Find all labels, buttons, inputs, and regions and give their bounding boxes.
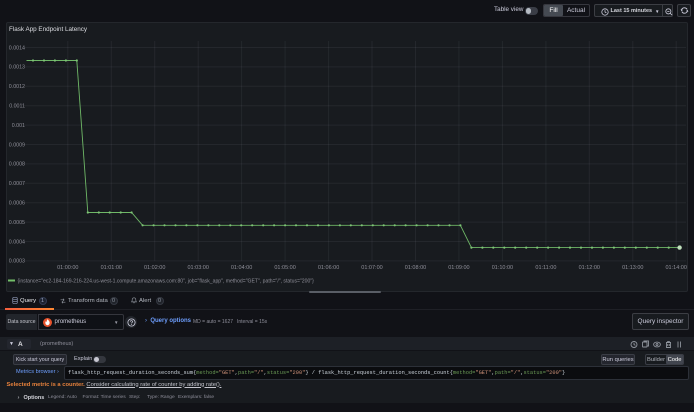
svg-text:01:11:00: 01:11:00 xyxy=(535,265,556,271)
svg-text:01:09:00: 01:09:00 xyxy=(448,265,469,271)
svg-text:0.0005: 0.0005 xyxy=(9,220,25,226)
svg-text:0.0009: 0.0009 xyxy=(9,142,25,148)
svg-text:0.0004: 0.0004 xyxy=(9,239,25,245)
svg-text:01:00:00: 01:00:00 xyxy=(57,265,78,271)
svg-text:0.0003: 0.0003 xyxy=(9,259,25,265)
svg-text:01:04:00: 01:04:00 xyxy=(231,265,252,271)
svg-text:0.0007: 0.0007 xyxy=(9,181,25,187)
svg-text:0.0014: 0.0014 xyxy=(9,45,25,51)
svg-text:0.0013: 0.0013 xyxy=(9,65,25,71)
svg-text:0.0011: 0.0011 xyxy=(9,104,25,110)
svg-text:01:01:00: 01:01:00 xyxy=(101,265,122,271)
svg-text:01:13:00: 01:13:00 xyxy=(622,265,643,271)
svg-text:01:02:00: 01:02:00 xyxy=(144,265,165,271)
svg-text:01:03:00: 01:03:00 xyxy=(187,265,208,271)
svg-text:01:05:00: 01:05:00 xyxy=(274,265,295,271)
svg-text:01:14:00: 01:14:00 xyxy=(665,265,686,271)
svg-text:01:06:00: 01:06:00 xyxy=(318,265,339,271)
svg-text:{instance="ec2-184-169-216-224: {instance="ec2-184-169-216-224.us-west-1… xyxy=(18,279,315,285)
svg-text:0.0008: 0.0008 xyxy=(9,162,25,168)
svg-text:01:07:00: 01:07:00 xyxy=(361,265,382,271)
svg-text:0.001: 0.001 xyxy=(12,123,25,129)
svg-text:0.0012: 0.0012 xyxy=(9,84,25,90)
svg-text:01:12:00: 01:12:00 xyxy=(579,265,600,271)
svg-text:0.0006: 0.0006 xyxy=(9,201,25,207)
svg-text:01:10:00: 01:10:00 xyxy=(492,265,513,271)
svg-text:01:08:00: 01:08:00 xyxy=(405,265,426,271)
